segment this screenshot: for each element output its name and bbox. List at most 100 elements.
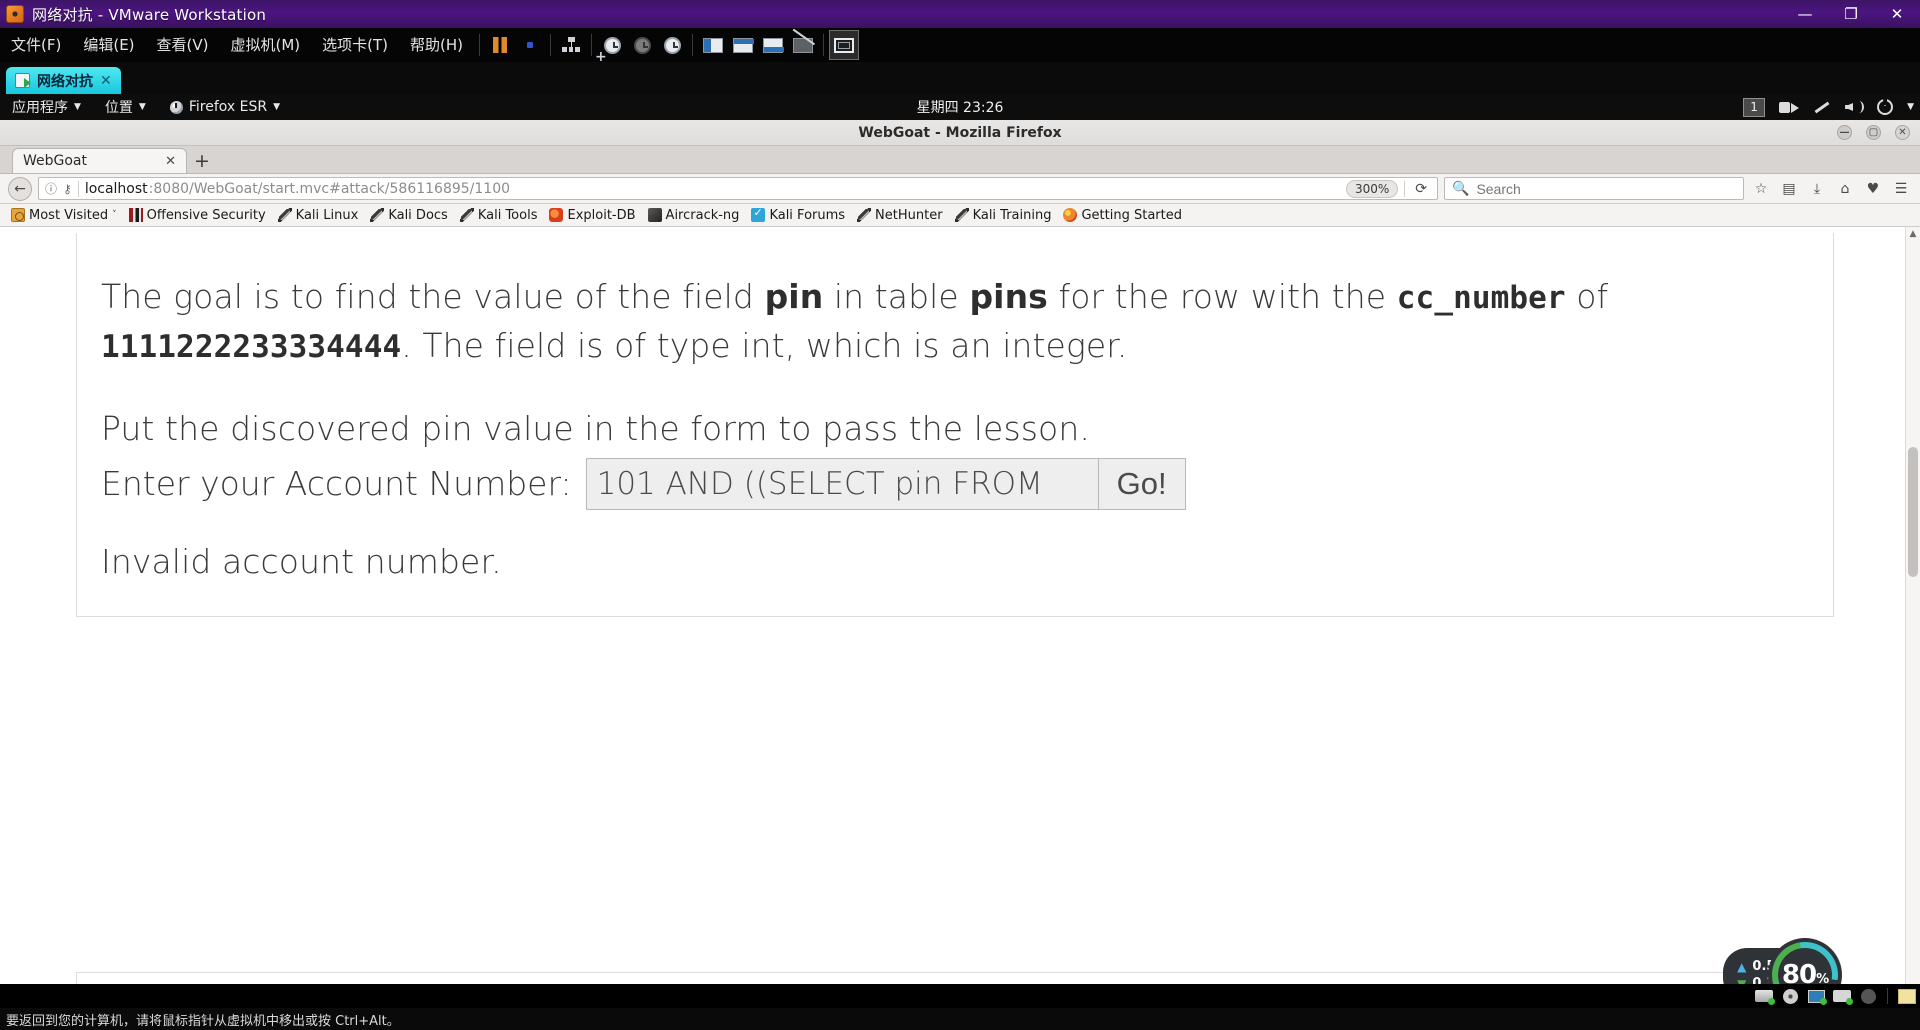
new-tab-button[interactable]: + [187,149,217,173]
goal-text-2: in table [823,277,970,316]
close-window-button[interactable]: ✕ [1895,125,1910,140]
search-input[interactable] [1476,180,1736,197]
notes-icon[interactable] [1894,986,1920,1006]
network-icon[interactable] [556,30,586,60]
kali-places-menu[interactable]: 位置 ▼ [93,94,158,120]
go-button[interactable]: Go! [1097,457,1186,510]
bookmark-label: Exploit-DB [567,207,636,223]
scrollbar-thumb[interactable] [1908,447,1918,577]
printer-icon[interactable] [1829,986,1855,1006]
chevron-down-icon: ▼ [273,102,281,112]
power-icon[interactable] [1877,99,1894,115]
vmware-tabstrip: 网络对抗 ✕ [0,62,1920,94]
cpu-percent-number: 80 [1781,960,1817,990]
console-view-icon[interactable] [758,30,788,60]
vm-tab-wangluoduikang[interactable]: 网络对抗 ✕ [6,67,121,94]
goal-cc-number: 1111222233334444 [101,328,402,365]
menu-help[interactable]: 帮助(H) [399,28,474,62]
bookmark-most-visited[interactable]: Most Visited ˅ [6,205,122,225]
vmware-minimize-button[interactable]: — [1782,0,1828,28]
bookmark-label: Kali Docs [388,207,448,223]
workspace-switcher[interactable]: 1 [1743,97,1766,117]
camera-icon[interactable] [1779,100,1800,114]
tab-webgoat[interactable]: WebGoat ✕ [12,148,187,173]
hamburger-menu-icon[interactable]: ☰ [1890,178,1912,200]
page-info-icon[interactable]: ⓘ [45,180,57,197]
kali-clock[interactable]: 星期四 23:26 [917,97,1004,117]
bookmark-label: Most Visited [29,207,109,223]
account-number-input[interactable] [585,457,1098,510]
reader-icon[interactable]: ▤ [1778,178,1800,200]
vmware-titlebar: 网络对抗 - VMware Workstation — ❐ ✕ [0,0,1920,28]
chevron-down-icon[interactable]: ▼ [1907,102,1914,112]
toolbar-divider [550,34,552,56]
chevron-down-icon: ▼ [138,102,146,112]
kali-dragon-icon [277,208,292,222]
lesson-goal-paragraph: The goal is to find the value of the fie… [89,273,1821,371]
tray-divider [1887,988,1888,1004]
fullscreen-icon[interactable] [829,30,860,60]
pen-icon[interactable] [1813,99,1831,115]
bookmark-star-icon[interactable]: ☆ [1750,178,1772,200]
bookmark-kali-linux[interactable]: Kali Linux [273,205,364,225]
permission-key-icon[interactable]: ⚷ [63,182,72,196]
disk-icon[interactable] [1751,986,1777,1006]
bookmark-kali-docs[interactable]: Kali Docs [365,205,453,225]
home-icon[interactable]: ⌂ [1834,178,1856,200]
reload-icon[interactable]: ⟳ [1411,181,1431,197]
snapshot-add-icon[interactable]: + [595,30,627,64]
no-sidebar-icon[interactable] [788,30,818,60]
menu-file[interactable]: 文件(F) [0,28,72,62]
bookmark-label: Kali Forums [769,207,846,223]
pause-icon[interactable] [485,30,515,60]
maximize-window-button[interactable]: ▢ [1866,125,1881,140]
bookmark-aircrack-ng[interactable]: Aircrack-ng [643,205,745,225]
snapshot-manager-icon[interactable] [657,30,687,60]
kali-firefox-menu[interactable]: Firefox ESR ▼ [158,94,292,120]
toolbar-divider [823,34,825,56]
url-bar[interactable]: ⓘ ⚷ localhost :8080/WebGoat/start.mvc#at… [38,177,1438,200]
account-form: Enter your Account Number: Go! [89,457,1821,510]
bookmark-exploit-db[interactable]: Exploit-DB [544,205,640,225]
scroll-up-icon[interactable]: ▲ [1906,227,1920,241]
bookmark-offensive-security[interactable]: Offensive Security [124,205,271,225]
zoom-level-badge[interactable]: 300% [1345,179,1399,198]
bookmark-label: Kali Training [972,207,1052,223]
cpu-usage-value: 80% [1781,960,1829,990]
page-viewport: The goal is to find the value of the fie… [0,227,1920,1008]
minimize-window-button[interactable]: — [1837,125,1852,140]
snapshot-revert-icon[interactable] [627,30,657,60]
vmware-restore-button[interactable]: ❐ [1828,0,1874,28]
menu-edit[interactable]: 编辑(E) [72,28,145,62]
usb-icon[interactable] [1855,986,1881,1006]
dropdown-dot-icon[interactable] [515,30,545,60]
firefox-window-controls: — ▢ ✕ [1837,125,1910,140]
close-icon[interactable]: ✕ [165,154,176,169]
pocket-icon[interactable]: ♥ [1862,178,1884,200]
back-button[interactable]: ← [8,176,32,201]
show-library-icon[interactable] [698,30,728,60]
kali-applications-menu[interactable]: 应用程序 ▼ [0,94,93,120]
vmware-close-button[interactable]: ✕ [1874,0,1920,28]
bookmark-nethunter[interactable]: NetHunter [852,205,948,225]
search-bar[interactable]: 🔍 [1444,177,1744,200]
bookmark-getting-started[interactable]: Getting Started [1058,205,1187,225]
vm-powered-on-icon [15,73,31,88]
page-scrollbar[interactable]: ▲ ▼ [1905,227,1920,1008]
vmware-window-controls: — ❐ ✕ [1782,0,1920,28]
kali-system-tray: 1 ▼ [1743,97,1914,117]
menu-tabs[interactable]: 选项卡(T) [311,28,399,62]
firefox-tabstrip: WebGoat ✕ + [0,146,1920,174]
upload-arrow-icon: ▲ [1737,959,1747,974]
show-thumbnails-icon[interactable] [728,30,758,60]
bookmark-kali-tools[interactable]: Kali Tools [455,205,543,225]
vm-tab-close-icon[interactable]: ✕ [100,73,112,89]
volume-icon[interactable] [1845,99,1865,115]
menu-view[interactable]: 查看(V) [146,28,220,62]
menu-vm[interactable]: 虚拟机(M) [220,28,312,62]
places-label: 位置 [104,100,133,116]
vmware-statusbar: 要返回到您的计算机，请将鼠标指针从虚拟机中移出或按 Ctrl+Alt。 [0,1008,1920,1030]
bookmark-kali-training[interactable]: Kali Training [950,205,1057,225]
downloads-icon[interactable]: ⤓ [1806,178,1828,200]
bookmark-kali-forums[interactable]: Kali Forums [746,205,850,225]
